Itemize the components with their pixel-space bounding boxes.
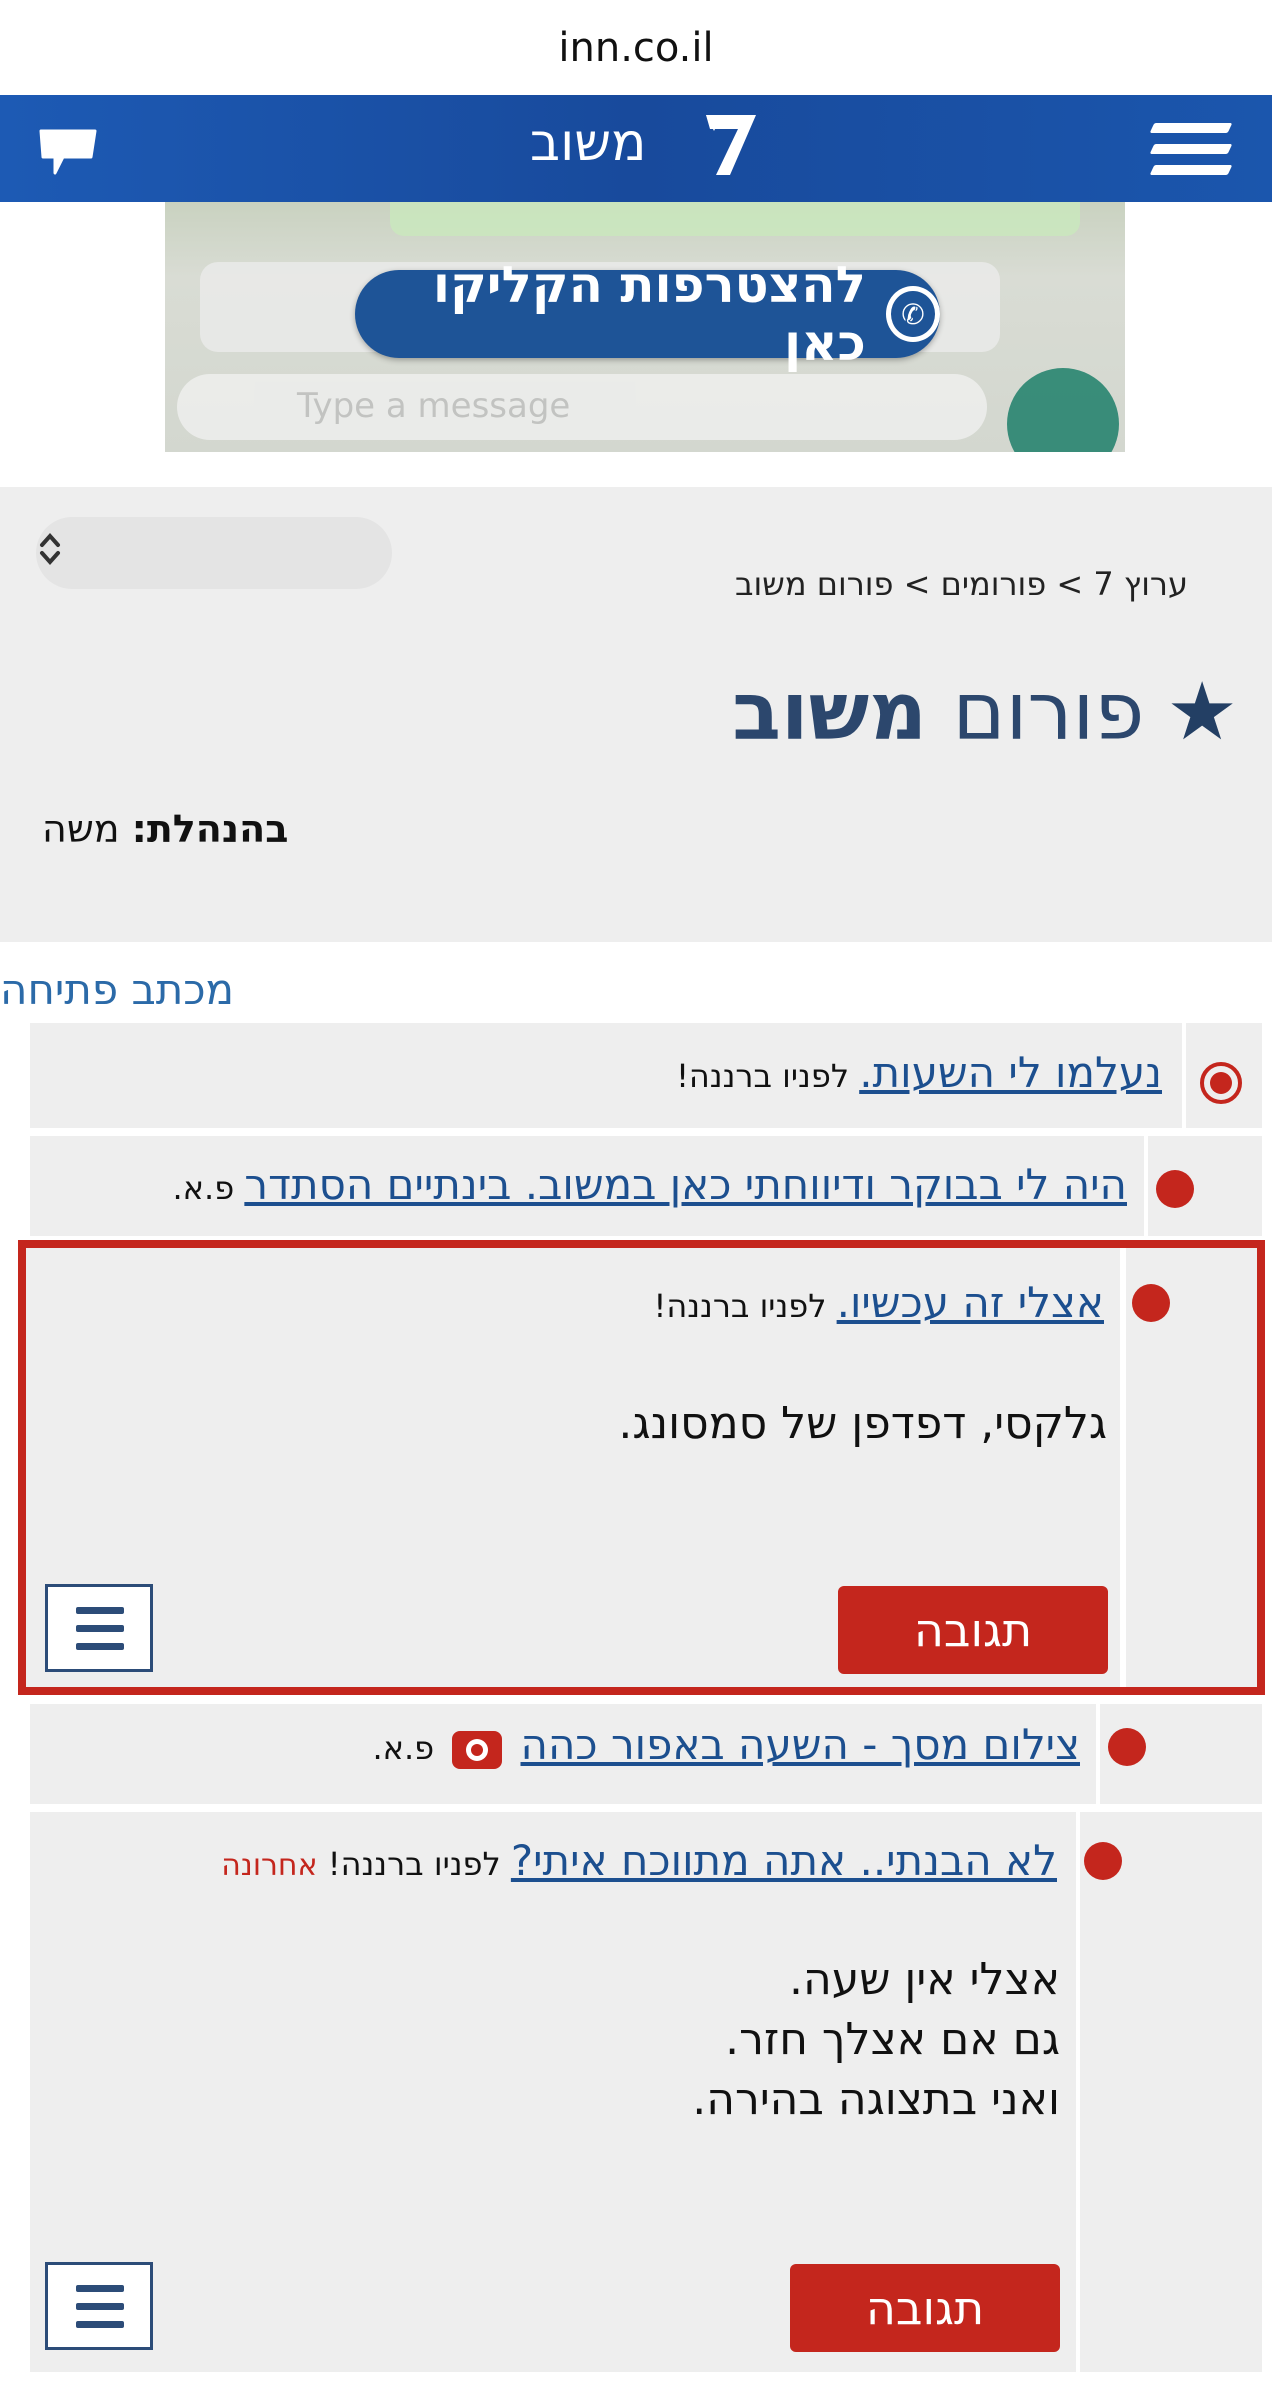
post-title-link[interactable]: לא הבנתי.. אתה מתווכח איתי? (511, 1836, 1057, 1885)
post-body: אצלי אין שעה. גם אם אצלך חזר. ואני בתצוג… (692, 1950, 1060, 2130)
url-text: inn.co.il (558, 24, 714, 71)
post-title-link[interactable]: צילום מסך - השעה באפור כהה (521, 1720, 1081, 1769)
latest-tag: אחרונה (221, 1848, 318, 1883)
post-title-line: נעלמו לי השעות. לפניו ברננה! (676, 1048, 1162, 1097)
highlight-box (18, 1240, 1265, 1695)
logo-7-icon[interactable] (700, 109, 760, 179)
hamburger-icon[interactable] (45, 2262, 153, 2350)
breadcrumb[interactable]: ערוץ 7 > פורומים > פורום משוב (735, 565, 1188, 603)
post-body-line: ואני בתצוגה בהירה. (692, 2074, 1060, 2125)
post-body-line: אצלי אין שעה. (788, 1954, 1060, 2005)
post-bullet-icon (1156, 1170, 1194, 1208)
post-author: לפניו ברננה! (676, 1057, 850, 1095)
reply-button[interactable]: תגובה (790, 2264, 1060, 2352)
post-bullet-icon (1084, 1842, 1122, 1880)
ad-fab (1007, 368, 1119, 452)
ad-cta-button[interactable]: ✆ להצטרפות הקליקו כאן (355, 256, 940, 372)
post-author: פ.א. (172, 1169, 235, 1207)
camera-icon (452, 1731, 503, 1769)
url-bar[interactable]: inn.co.il (0, 0, 1272, 95)
menu-icon[interactable] (1149, 121, 1242, 177)
ad-message-input: Type a message (177, 374, 987, 440)
top-nav: משוב (0, 95, 1272, 202)
post-title-link[interactable]: היה לי בבוקר ודיווחתי כאן במשוב. בינתיים… (244, 1160, 1127, 1209)
chevron-updown-icon[interactable] (38, 529, 62, 575)
ad-bubble (390, 202, 1080, 236)
post-title-line: צילום מסך - השעה באפור כהה פ.א. (372, 1720, 1080, 1769)
post-row-gutter (1080, 1812, 1262, 2372)
post-author: לפניו ברננה! (327, 1845, 501, 1883)
nav-title: משוב (530, 113, 647, 173)
forum-title-bold: משוב (732, 665, 928, 758)
forum-header: ערוץ 7 > פורומים > פורום משוב ★ פורום מש… (0, 487, 1272, 942)
forum-title-light: פורום (952, 665, 1145, 758)
post-bullet-icon (1108, 1728, 1146, 1766)
post-title-line: היה לי בבוקר ודיווחתי כאן במשוב. בינתיים… (172, 1160, 1127, 1209)
post-title-link[interactable]: נעלמו לי השעות. (859, 1048, 1162, 1097)
post-body-line: גם אם אצלך חזר. (725, 2014, 1060, 2065)
chat-icon[interactable] (35, 123, 101, 179)
moderator: בהנהלת: משה (42, 807, 288, 851)
ad-banner[interactable]: ✆ להצטרפות הקליקו כאן Type a message (165, 202, 1125, 452)
post-bullet-icon (1200, 1062, 1242, 1104)
forum-selector[interactable] (36, 517, 392, 589)
page-title: ★ פורום משוב (732, 665, 1238, 758)
moderator-name: משה (42, 807, 120, 851)
ad-placeholder: Type a message (297, 386, 571, 426)
star-icon[interactable]: ★ (1166, 671, 1238, 752)
whatsapp-icon: ✆ (885, 286, 940, 342)
opening-letter-link[interactable]: מכתב פתיחה (0, 965, 234, 1014)
ad-cta-label: להצטרפות הקליקו כאן (432, 256, 866, 372)
post-author: פ.א. (372, 1729, 435, 1767)
post-title-line: לא הבנתי.. אתה מתווכח איתי? לפניו ברננה!… (221, 1836, 1057, 1885)
moderator-label: בהנהלת: (131, 807, 289, 851)
forum-title: פורום משוב (732, 665, 1144, 758)
